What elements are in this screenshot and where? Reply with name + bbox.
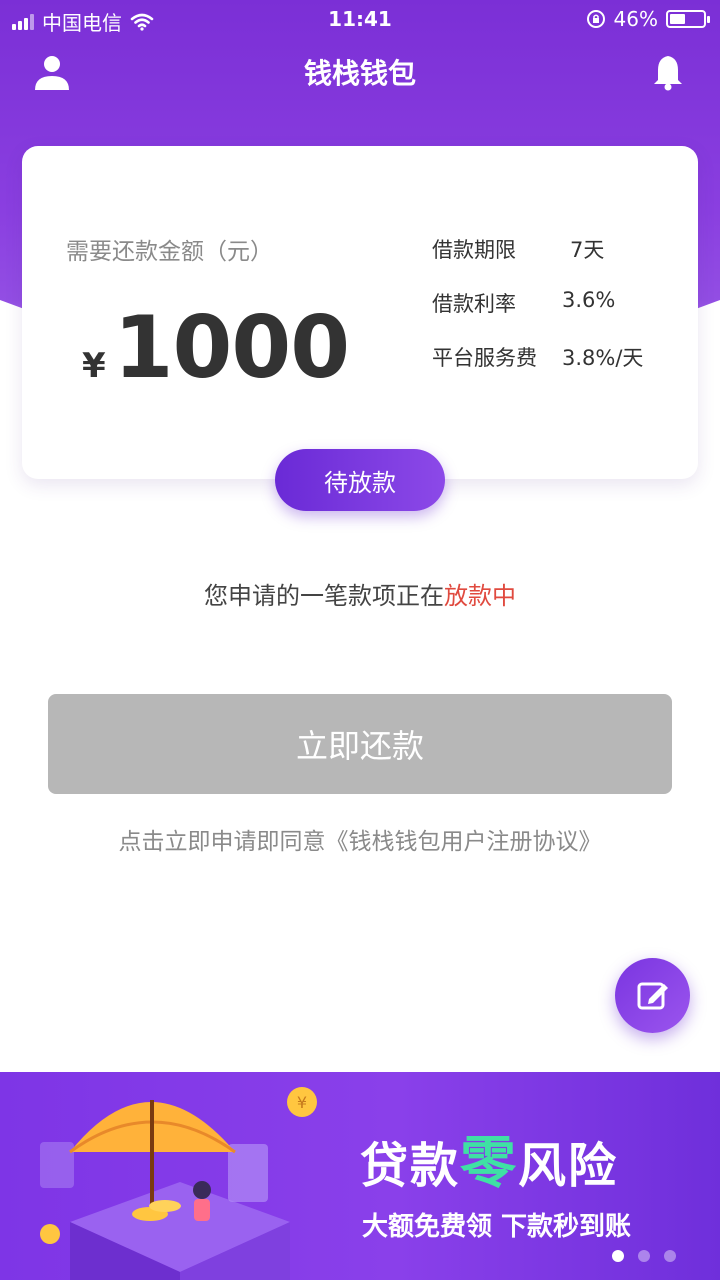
rotation-lock-icon <box>586 10 605 28</box>
svg-text:¥: ¥ <box>297 1093 307 1112</box>
banner-subtitle: 大额免费领 下款秒到账 <box>362 1212 632 1242</box>
info-row-rate: 借款利率 3.6% <box>432 288 615 318</box>
promo-banner[interactable]: ¥ 贷款零风险 大额免费领 下款秒到账 <box>0 1072 720 1280</box>
info-value: 7天 <box>570 238 605 262</box>
carousel-dot[interactable] <box>612 1250 624 1262</box>
amount-value: 1000 <box>113 298 350 398</box>
loan-card: 需要还款金额（元） ¥ 1000 借款期限 7天 借款利率 3.6% 平台服务费… <box>22 146 698 479</box>
amount-label: 需要还款金额（元） <box>66 239 273 265</box>
currency-symbol: ¥ <box>82 346 106 386</box>
amount-display: ¥ 1000 <box>82 298 350 398</box>
agreement-link[interactable]: 点击立即申请即同意《钱栈钱包用户注册协议》 <box>0 822 720 856</box>
info-key: 借款利率 <box>432 292 516 316</box>
info-key: 借款期限 <box>432 238 516 262</box>
loan-status-badge: 待放款 <box>275 449 445 511</box>
info-value: 3.6% <box>562 288 616 312</box>
carousel-indicator[interactable] <box>612 1250 676 1262</box>
repay-now-button[interactable]: 立即还款 <box>48 694 672 794</box>
carousel-dot[interactable] <box>638 1250 650 1262</box>
info-row-fee: 平台服务费 3.8%/天 <box>432 342 643 372</box>
banner-title-highlight: 零 <box>460 1131 519 1196</box>
battery-percent: 46% <box>613 7 658 31</box>
carousel-dot[interactable] <box>664 1250 676 1262</box>
info-key: 平台服务费 <box>432 346 537 370</box>
battery-icon <box>666 10 710 28</box>
page-title: 钱栈钱包 <box>303 57 416 90</box>
status-notice: 您申请的一笔款项正在放款中 <box>204 582 516 610</box>
banner-title: 贷款零风险 <box>360 1131 619 1196</box>
status-bar: 中国电信 11:41 46% <box>0 0 720 38</box>
bell-icon[interactable] <box>648 52 688 92</box>
edit-icon <box>637 982 668 1009</box>
edit-button[interactable] <box>615 958 690 1033</box>
status-highlight: 放款中 <box>444 582 516 610</box>
info-value: 3.8%/天 <box>562 346 644 370</box>
info-row-term: 借款期限 7天 <box>432 234 604 264</box>
promo-illustration: ¥ <box>40 1087 317 1280</box>
